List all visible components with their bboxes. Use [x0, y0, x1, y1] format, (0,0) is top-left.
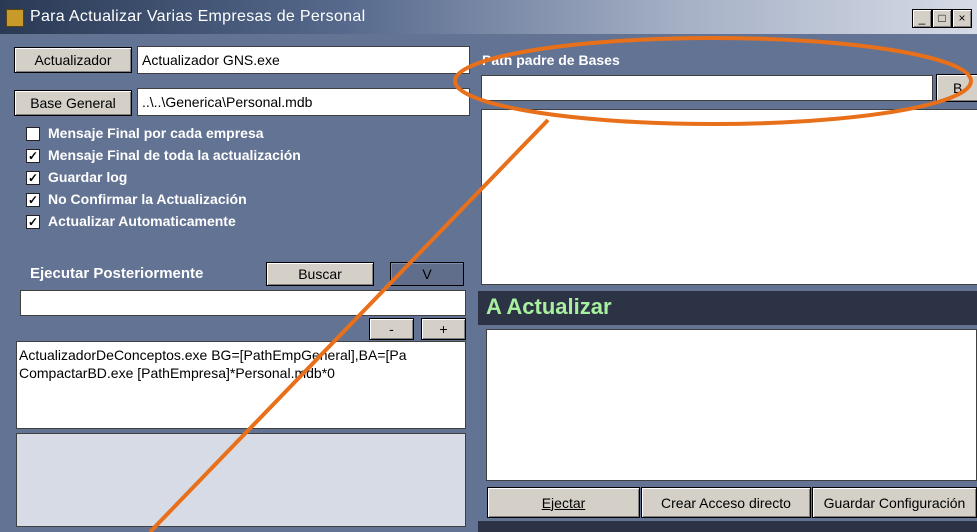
list-item[interactable]: CompactarBD.exe [PathEmpresa]*Personal.m…: [17, 364, 465, 382]
checkbox-label: Mensaje Final de toda la actualización: [48, 147, 301, 163]
minus-button[interactable]: -: [369, 318, 414, 340]
checkbox-actualizar-auto[interactable]: ✓: [26, 215, 40, 229]
commands-list[interactable]: ActualizadorDeConceptos.exe BG=[PathEmpG…: [16, 341, 466, 429]
checkbox-label: Actualizar Automaticamente: [48, 213, 236, 229]
log-panel: [16, 433, 466, 527]
base-general-field[interactable]: ..\..\Generica\Personal.mdb: [137, 88, 470, 116]
title-bar[interactable]: Para Actualizar Varias Empresas de Perso…: [0, 0, 977, 34]
bases-list[interactable]: [481, 109, 977, 285]
actualizador-field[interactable]: Actualizador GNS.exe: [137, 46, 470, 74]
checkbox-label: Mensaje Final por cada empresa: [48, 125, 264, 141]
checkbox-mensaje-final-empresa[interactable]: [26, 127, 40, 141]
path-padre-label: Path padre de Bases: [482, 52, 620, 68]
checkbox-guardar-log[interactable]: ✓: [26, 171, 40, 185]
checkbox-label: Guardar log: [48, 169, 128, 185]
checkbox-mensaje-final-toda[interactable]: ✓: [26, 149, 40, 163]
main-window: Para Actualizar Varias Empresas de Perso…: [0, 0, 977, 532]
a-actualizar-list[interactable]: [486, 329, 977, 481]
guardar-configuracion-button[interactable]: Guardar Configuración: [812, 487, 977, 518]
base-general-button[interactable]: Base General: [14, 90, 132, 116]
maximize-button[interactable]: □: [932, 9, 952, 28]
panel-title: A Actualizar: [486, 294, 612, 319]
ejecutar-button[interactable]: Ejectar: [487, 487, 640, 518]
crear-acceso-directo-button[interactable]: Crear Acceso directo: [641, 487, 811, 518]
a-actualizar-panel: A Actualizar Ejectar Crear Acceso direct…: [478, 291, 977, 532]
path-padre-input[interactable]: [481, 75, 933, 101]
list-item[interactable]: ActualizadorDeConceptos.exe BG=[PathEmpG…: [17, 346, 465, 364]
plus-button[interactable]: +: [421, 318, 466, 340]
ejecutar-button-label: Ejectar: [541, 494, 586, 511]
ejecutar-input[interactable]: [20, 290, 466, 316]
browse-button[interactable]: B: [936, 74, 977, 102]
close-button[interactable]: ×: [952, 9, 972, 28]
buscar-button[interactable]: Buscar: [266, 262, 374, 286]
checkbox-no-confirmar[interactable]: ✓: [26, 193, 40, 207]
v-button[interactable]: V: [390, 262, 464, 286]
actualizador-button[interactable]: Actualizador: [14, 47, 132, 73]
minimize-button[interactable]: _: [912, 9, 932, 28]
checkbox-label: No Confirmar la Actualización: [48, 191, 247, 207]
app-icon: [6, 9, 24, 27]
ejecutar-posteriormente-label: Ejecutar Posteriormente: [30, 265, 204, 282]
window-title: Para Actualizar Varias Empresas de Perso…: [30, 8, 366, 25]
